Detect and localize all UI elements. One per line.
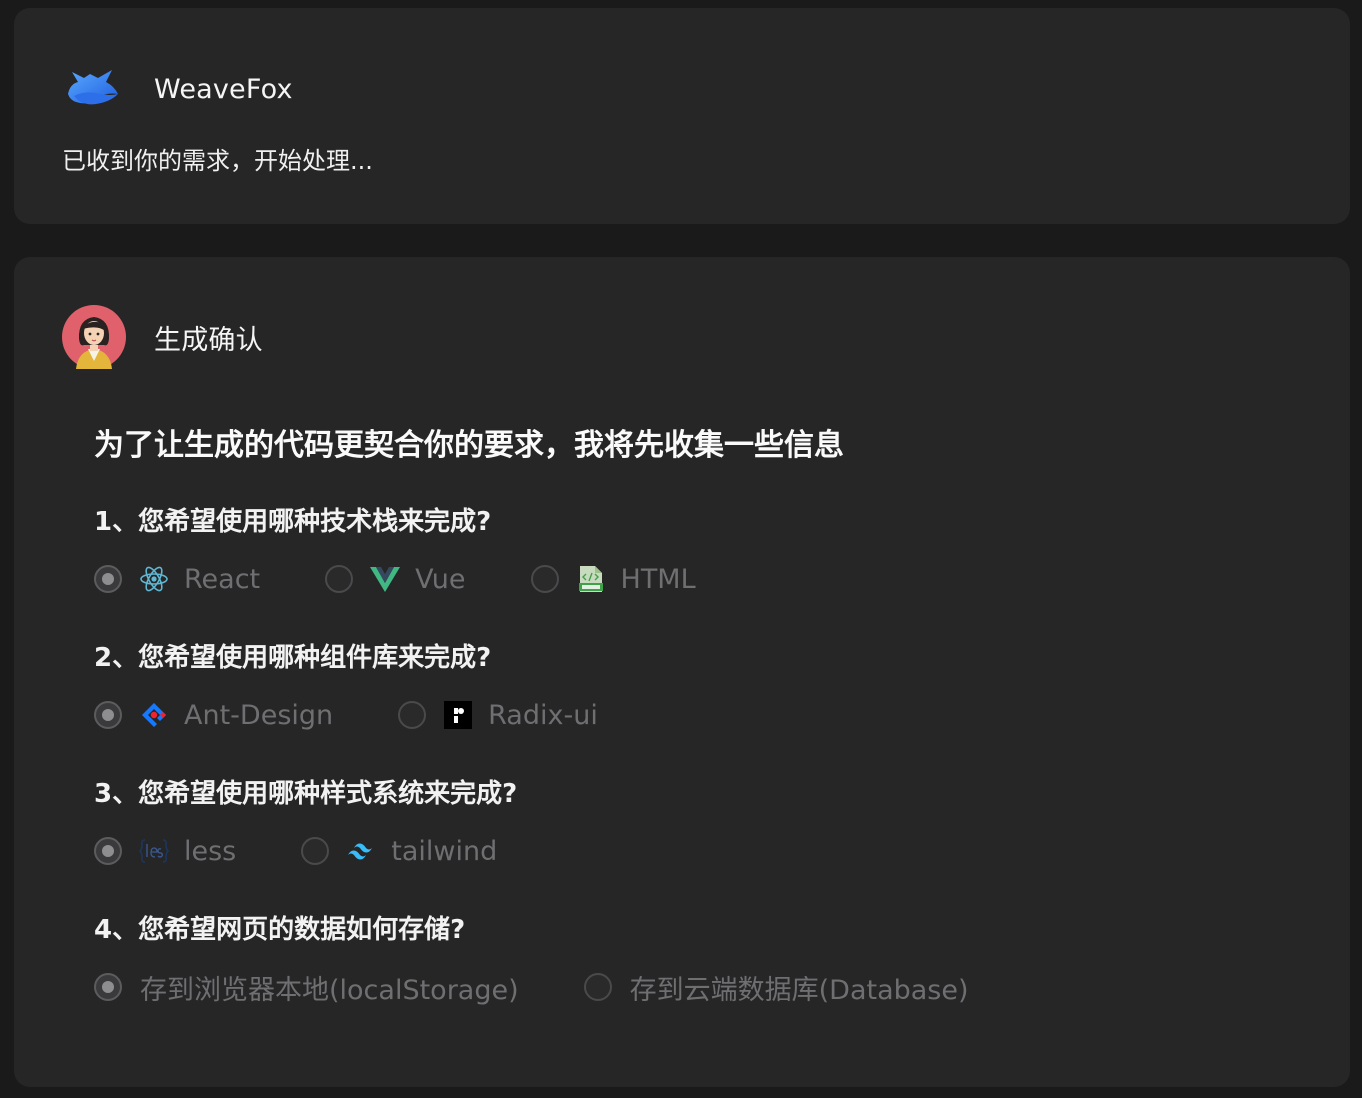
- form-title: 为了让生成的代码更契合你的要求，我将先收集一些信息: [94, 428, 844, 463]
- radio-react[interactable]: [94, 565, 122, 593]
- radio-ant-design[interactable]: [94, 701, 122, 729]
- option-database[interactable]: 存到云端数据库(Database): [583, 967, 969, 1007]
- vue-icon: [369, 563, 401, 595]
- option-label: less: [184, 835, 237, 867]
- confirmation-card: 生成确认 为了让生成的代码更契合你的要求，我将先收集一些信息 1、您希望使用哪种…: [14, 257, 1350, 1087]
- data-storage-options: 存到浏览器本地(localStorage) 存到云端数据库(Database): [94, 967, 969, 1007]
- radio-radix-ui[interactable]: [398, 701, 427, 729]
- option-tailwind[interactable]: tailwind: [301, 831, 497, 871]
- option-vue[interactable]: Vue: [325, 559, 466, 599]
- assistant-message-card: WeaveFox 已收到你的需求，开始处理...: [14, 8, 1350, 224]
- option-html[interactable]: HTML: [530, 559, 696, 599]
- option-label: 存到云端数据库(Database): [629, 974, 969, 1006]
- radio-tailwind[interactable]: [301, 837, 330, 865]
- radio-less[interactable]: [94, 837, 122, 865]
- assistant-name: WeaveFox: [154, 73, 293, 105]
- question-tech-stack: 1、您希望使用哪种技术栈来完成?: [94, 507, 492, 537]
- question-component-library: 2、您希望使用哪种组件库来完成?: [94, 643, 492, 673]
- assistant-header: WeaveFox: [62, 64, 293, 114]
- option-radix-ui[interactable]: Radix-ui: [398, 695, 598, 735]
- radio-html[interactable]: [530, 565, 559, 593]
- react-icon: [138, 563, 170, 595]
- tech-stack-options: React Vue HTML: [94, 559, 696, 599]
- option-label: React: [184, 563, 261, 595]
- html-file-icon: [575, 563, 607, 595]
- option-ant-design[interactable]: Ant-Design: [94, 695, 333, 735]
- tailwind-icon: [345, 835, 377, 867]
- option-less[interactable]: less: [94, 831, 236, 871]
- question-style-system: 3、您希望使用哪种样式系统来完成?: [94, 779, 518, 809]
- style-system-options: less tailwind: [94, 831, 497, 871]
- option-label: Vue: [415, 563, 466, 595]
- option-label: 存到浏览器本地(localStorage): [140, 974, 519, 1006]
- confirmation-author: 生成确认: [154, 324, 263, 356]
- option-react[interactable]: React: [94, 559, 260, 599]
- confirmation-header: 生成确认: [62, 304, 263, 370]
- status-message: 已收到你的需求，开始处理...: [62, 147, 373, 175]
- radio-local-storage[interactable]: [94, 973, 122, 1001]
- avatar: [62, 305, 126, 369]
- option-label: tailwind: [391, 835, 498, 867]
- weavefox-logo-icon: [62, 57, 126, 121]
- less-icon: [138, 835, 170, 867]
- component-library-options: Ant-Design Radix-ui: [94, 695, 598, 735]
- question-data-storage: 4、您希望网页的数据如何存储?: [94, 915, 466, 945]
- ant-design-icon: [138, 699, 170, 731]
- radio-vue[interactable]: [325, 565, 354, 593]
- radio-database[interactable]: [583, 973, 612, 1001]
- option-label: HTML: [620, 563, 696, 595]
- option-local-storage[interactable]: 存到浏览器本地(localStorage): [94, 967, 519, 1007]
- option-label: Radix-ui: [488, 699, 598, 731]
- radix-ui-icon: [442, 699, 474, 731]
- option-label: Ant-Design: [184, 699, 334, 731]
